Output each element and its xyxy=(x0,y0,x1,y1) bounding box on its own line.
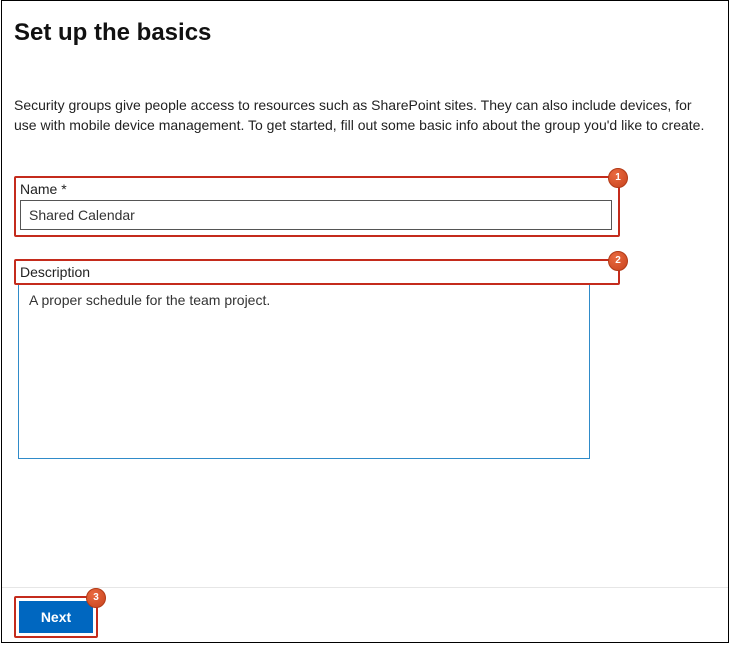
next-button[interactable]: Next xyxy=(19,601,93,633)
description-input[interactable] xyxy=(18,283,590,459)
annotation-box-1: 1 Name * xyxy=(14,176,620,237)
name-label: Name * xyxy=(20,181,614,197)
page-title: Set up the basics xyxy=(14,19,716,47)
annotation-box-3: 3 Next xyxy=(14,596,98,638)
annotation-box-2: 2 Description xyxy=(14,259,620,285)
name-input[interactable] xyxy=(20,200,612,230)
intro-text: Security groups give people access to re… xyxy=(14,95,716,136)
annotation-badge-2: 2 xyxy=(608,251,628,271)
description-field-block: 2 Description xyxy=(14,259,716,459)
footer-separator xyxy=(2,587,728,588)
name-field-block: 1 Name * xyxy=(14,176,716,237)
annotation-badge-1: 1 xyxy=(608,168,628,188)
annotation-badge-3: 3 xyxy=(86,588,106,608)
description-label: Description xyxy=(20,264,614,280)
setup-basics-dialog: Set up the basics Security groups give p… xyxy=(1,0,729,643)
